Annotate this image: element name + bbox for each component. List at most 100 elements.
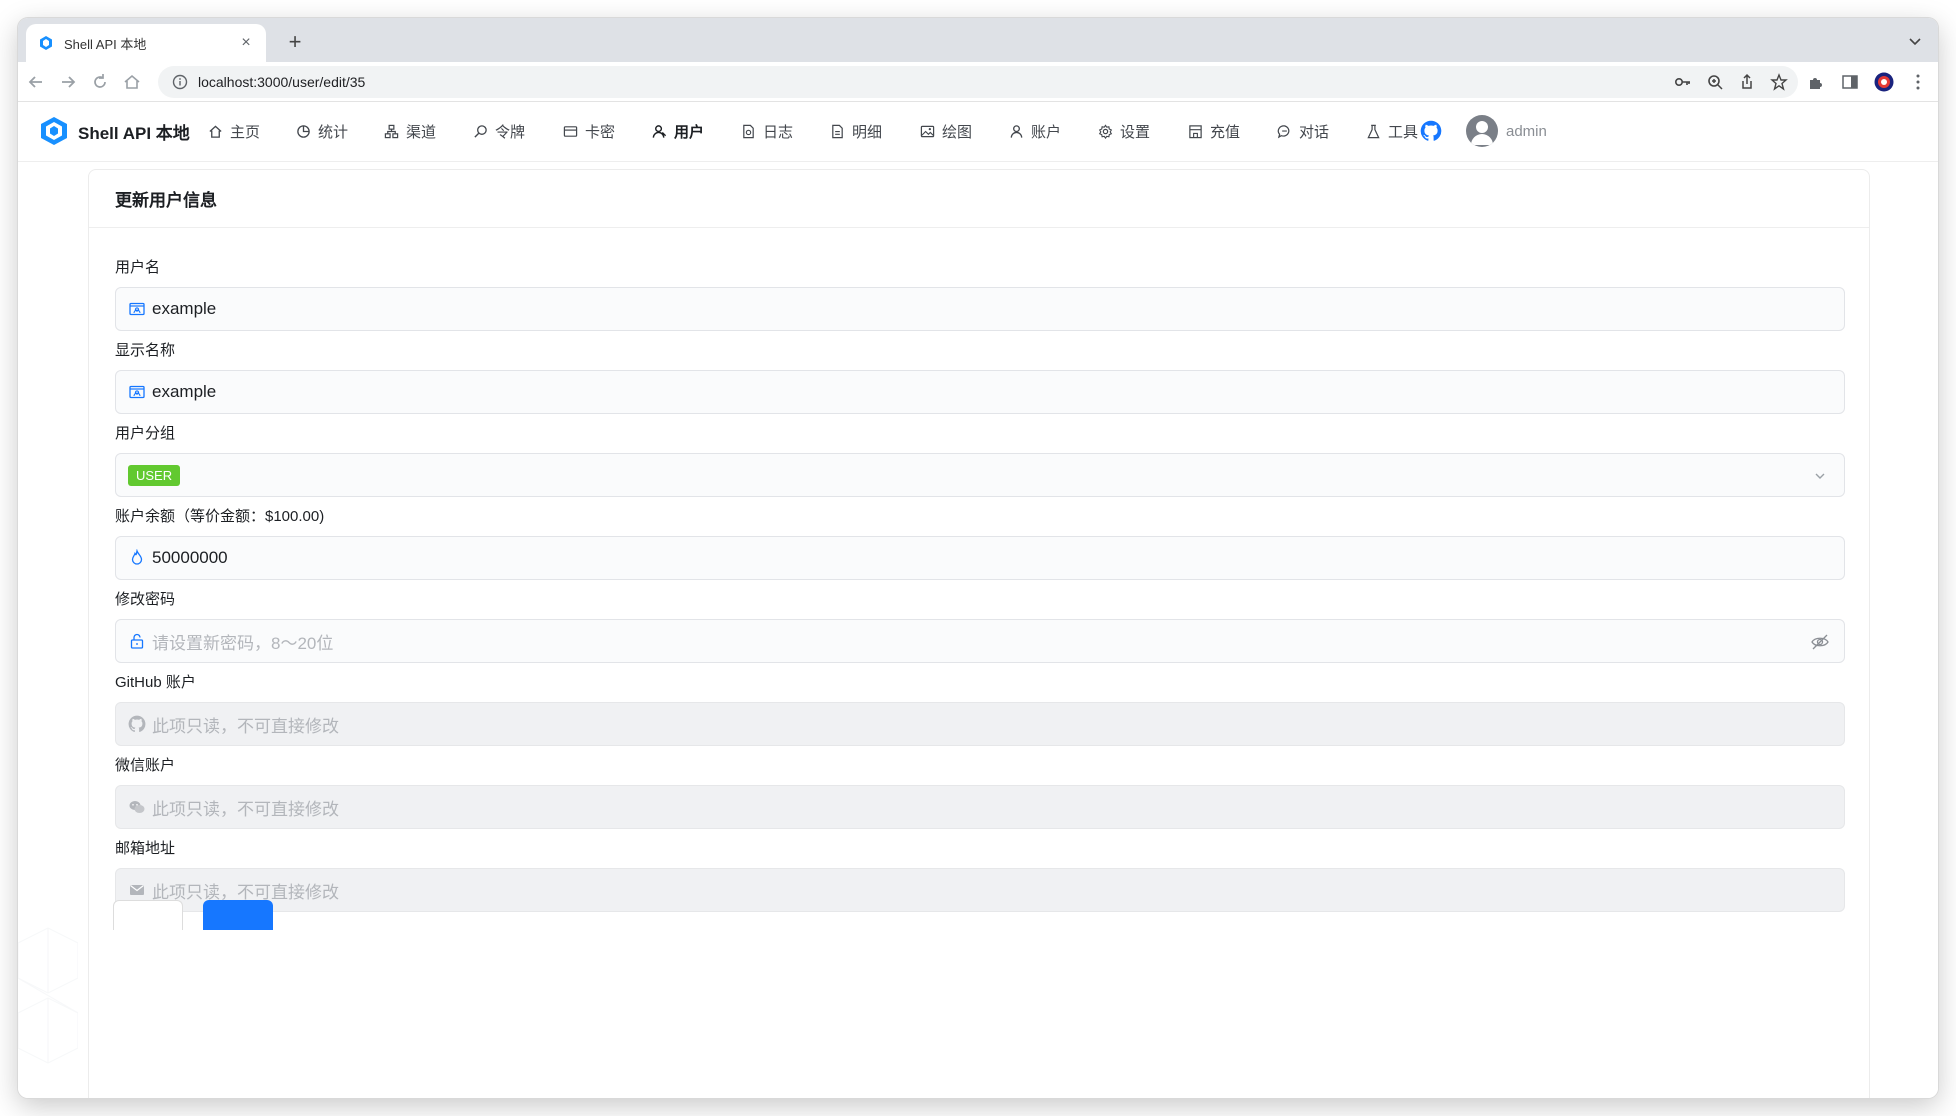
shop-icon [1189,125,1202,139]
id-card-icon [129,385,145,399]
avatar [1466,115,1498,147]
nav-item-users[interactable]: 用户 [652,121,704,142]
nav-item-settings[interactable]: 设置 [1098,121,1150,142]
balance-field[interactable]: 50000000 [115,536,1845,580]
nav-item-label: 工具 [1388,124,1419,141]
nav-item-recharge[interactable]: 充值 [1188,121,1240,142]
edit-user-card: 更新用户信息 用户名 example 显示名称 example 用户分组 USE… [88,169,1870,1098]
display-name-value: example [152,382,217,401]
zoom-icon[interactable] [1706,73,1724,91]
tab-close-icon[interactable]: × [238,35,254,51]
browser-tab[interactable]: Shell API 本地 × [26,24,266,62]
username: admin [1506,122,1547,140]
nav-item-label: 设置 [1120,124,1151,141]
password-label: 修改密码 [115,591,176,608]
gear-icon [1098,124,1113,139]
key-search-icon [474,125,487,138]
extensions-puzzle-icon[interactable] [1806,72,1826,92]
username-field[interactable]: example [115,287,1845,331]
nav-item-label: 渠道 [406,124,437,141]
main-content: 更新用户信息 用户名 example 显示名称 example 用户分组 USE… [18,163,1938,1098]
nav-item-label: 账户 [1031,124,1062,141]
wechat-field[interactable]: 此项只读，不可直接修改 [115,785,1845,829]
nav-item-account[interactable]: 账户 [1009,121,1061,142]
display-name-field[interactable]: example [115,370,1845,414]
log-icon [743,124,754,139]
account-icon [1010,125,1023,138]
password-placeholder: 请设置新密码，8～20位 [152,633,334,653]
key-icon[interactable] [1674,73,1692,91]
home-icon [209,125,222,138]
chat-icon [1277,125,1290,139]
forward-arrow-icon[interactable] [58,72,78,92]
new-tab-button[interactable]: + [282,30,308,56]
id-card-icon [129,302,145,316]
back-arrow-icon[interactable] [26,72,46,92]
wechat-placeholder: 此项只读，不可直接修改 [152,799,339,819]
user-menu[interactable]: admin [1466,115,1547,147]
cancel-button[interactable] [113,900,183,930]
brand-name: Shell API 本地 [78,123,190,143]
balance-label: 账户余额（等价金额：$100.00) [115,508,325,525]
nav-item-drawing[interactable]: 绘图 [920,121,972,142]
github-icon[interactable] [1420,120,1442,142]
group-label: 用户分组 [115,425,176,442]
group-tag: USER [128,464,181,486]
tab-strip: Shell API 本地 × + [18,18,1938,62]
nav-item-cards[interactable]: 卡密 [563,121,615,142]
background-decoration [18,927,78,1064]
user-icon [652,125,667,138]
wechat-label: 微信账户 [115,757,176,774]
github-icon [128,715,146,733]
email-field[interactable]: 此项只读，不可直接修改 [115,868,1845,912]
nav-item-label: 绘图 [942,124,973,141]
eye-off-icon[interactable] [1810,632,1830,652]
nav-item-tokens[interactable]: 令牌 [473,121,525,142]
flask-icon [1367,124,1380,139]
home-button-icon[interactable] [122,72,142,92]
chevron-down-icon[interactable] [1810,466,1830,486]
github-field[interactable]: 此项只读，不可直接修改 [115,702,1845,746]
detail-icon [832,124,843,139]
shell-api-favicon-icon [40,36,52,50]
nav-item-label: 对话 [1299,124,1330,141]
nav-item-channels[interactable]: 渠道 [384,121,436,142]
share-icon[interactable] [1738,73,1756,91]
password-field[interactable]: 请设置新密码，8～20位 [115,619,1845,663]
nav-item-tools[interactable]: 工具 [1366,121,1418,142]
nav-item-logs[interactable]: 日志 [741,121,793,142]
nav-item-details[interactable]: 明细 [830,121,882,142]
nav-item-label: 主页 [230,124,261,141]
channel-icon [384,124,399,139]
url-text: localhost:3000/user/edit/35 [198,74,366,90]
tab-search-chevron-icon[interactable] [1906,32,1924,50]
browser-window: Shell API 本地 × + localhost:3000/user/edi… [18,18,1938,1098]
site-info-icon[interactable] [172,74,188,90]
page-title: 更新用户信息 [89,170,1869,228]
submit-button[interactable] [203,900,273,930]
nav-item-stats[interactable]: 统计 [296,121,348,142]
pie-chart-icon [297,125,310,138]
nav-item-label: 令牌 [495,124,526,141]
browser-menu-icon[interactable] [1908,72,1928,92]
side-panel-icon[interactable] [1840,72,1860,92]
nav-item-home[interactable]: 主页 [208,121,260,142]
brand[interactable]: Shell API 本地 [40,116,190,146]
group-select[interactable]: USER [115,453,1845,497]
reload-icon[interactable] [90,72,110,92]
username-value: example [152,299,217,318]
address-bar[interactable]: localhost:3000/user/edit/35 [158,66,1798,98]
bookmark-star-icon[interactable] [1770,73,1788,91]
nav-item-label: 充值 [1210,124,1241,141]
nav-item-chat[interactable]: 对话 [1277,121,1329,142]
nav-item-label: 卡密 [585,124,616,141]
user-avatar-icon [1471,121,1493,145]
github-label: GitHub 账户 [115,674,196,691]
card-icon [563,126,578,137]
wechat-icon [129,801,145,813]
profile-avatar-icon[interactable] [1874,72,1894,92]
tab-title: Shell API 本地 [64,36,147,52]
lock-icon [130,633,144,649]
mail-icon [130,885,144,895]
shell-api-logo-icon [41,117,67,145]
